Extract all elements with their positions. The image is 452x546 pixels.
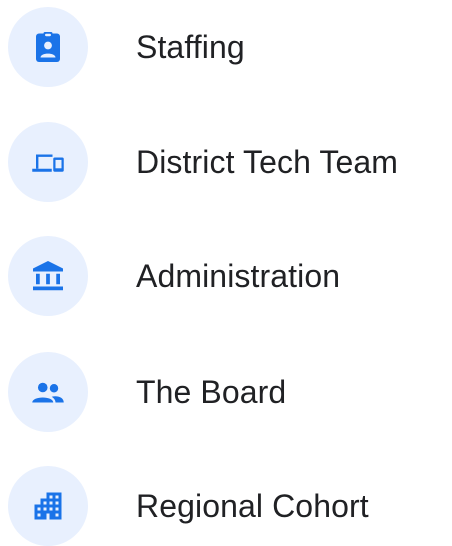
list-item-district-tech-team[interactable]: District Tech Team (8, 122, 448, 202)
icon-circle (8, 466, 88, 546)
list-item-label: The Board (136, 373, 287, 410)
icon-circle (8, 7, 88, 87)
list-item-the-board[interactable]: The Board (8, 352, 448, 432)
icon-circle (8, 122, 88, 202)
devices-icon (32, 154, 64, 172)
list-item-label: Regional Cohort (136, 487, 369, 524)
badge-icon (36, 32, 60, 62)
list-item-regional-cohort[interactable]: Regional Cohort (8, 466, 448, 546)
list-item-administration[interactable]: Administration (8, 236, 448, 316)
icon-circle (8, 236, 88, 316)
group-icon (32, 382, 64, 403)
list-item-label: District Tech Team (136, 143, 399, 180)
group-list: Staffing District Tech Team Administrati… (0, 0, 452, 546)
institution-icon (33, 261, 63, 291)
list-item-label: Staffing (136, 28, 245, 65)
list-item-staffing[interactable]: Staffing (8, 7, 448, 87)
apartment-icon (34, 492, 62, 520)
list-item-label: Administration (136, 257, 341, 294)
icon-circle (8, 352, 88, 432)
